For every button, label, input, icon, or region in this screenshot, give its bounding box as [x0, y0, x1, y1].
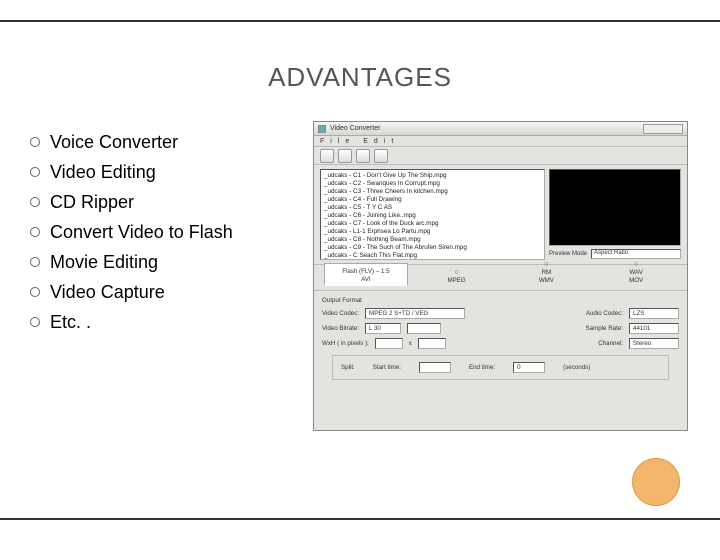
x-label: x	[409, 340, 412, 347]
start-time-input[interactable]	[419, 362, 451, 373]
list-item-label: Voice Converter	[50, 127, 178, 157]
content-row: Voice Converter Video Editing CD Ripper …	[0, 121, 720, 431]
output-header: Output Format	[322, 297, 679, 304]
seconds-label: (seconds)	[563, 364, 590, 371]
bullet-icon	[30, 137, 40, 147]
menu-items[interactable]: File Edit	[320, 138, 399, 145]
tab-label: RM	[542, 269, 552, 276]
sample-rate-input[interactable]: 44101	[629, 323, 679, 334]
toolbar-button[interactable]	[356, 149, 370, 163]
audio-codec-select[interactable]: LZS	[629, 308, 679, 319]
list-item-label: CD Ripper	[50, 187, 134, 217]
screenshot-window: Video Converter File Edit _udcaks - C1 -…	[313, 121, 688, 431]
end-time-input[interactable]: 0	[513, 362, 545, 373]
list-item-label: Convert Video to Flash	[50, 217, 233, 247]
divider-bottom	[0, 518, 720, 520]
decorative-circle	[632, 458, 680, 506]
radio-icon: ○	[634, 261, 638, 268]
list-item: Voice Converter	[30, 127, 295, 157]
file-row[interactable]: _udcaks - C8 - Nothing Beam.mpg	[324, 236, 541, 244]
file-row[interactable]: _udcaks - C6 - Joining Like..mpg	[324, 212, 541, 220]
tab-label: MPEG	[448, 277, 466, 284]
window-title: Video Converter	[330, 125, 380, 132]
file-row[interactable]: _udcaks - C5 - T Y C AS	[324, 204, 541, 212]
file-row[interactable]: _udcaks - L1-1 Erphsea Lo Partu.mpg	[324, 228, 541, 236]
format-tab[interactable]: ○ MPEG	[416, 265, 498, 286]
wxh-label: WxH ( in pixels ):	[322, 340, 369, 347]
split-group: Split: Start time: End time: 0 (seconds)	[332, 355, 669, 380]
bullet-icon	[30, 287, 40, 297]
audio-codec-label: Audio Codec:	[586, 310, 623, 317]
bullet-icon	[30, 227, 40, 237]
format-tab[interactable]: ○ RM WMV	[506, 257, 588, 286]
list-item: Movie Editing	[30, 247, 295, 277]
tab-label: WAV	[629, 269, 642, 276]
app-icon	[318, 125, 326, 133]
height-input[interactable]	[418, 338, 446, 349]
file-row[interactable]: _udcaks - C4 - Full Drawing	[324, 196, 541, 204]
menubar[interactable]: File Edit	[314, 136, 687, 147]
video-bitrate-spin[interactable]	[407, 323, 441, 334]
preview-video	[549, 169, 681, 246]
toolbar-button[interactable]	[374, 149, 388, 163]
bullet-icon	[30, 197, 40, 207]
file-row[interactable]: _udcaks - C7 - Look of the Duck arc.mpg	[324, 220, 541, 228]
toolbar	[314, 147, 687, 165]
file-row[interactable]: _udcaks - C2 - Swanques In Corrupt.mpg	[324, 180, 541, 188]
file-list[interactable]: _udcaks - C1 - Don't Give Up The Ship.mp…	[320, 169, 545, 260]
file-row[interactable]: _udcaks - C9 - The Such of The Abrufen S…	[324, 244, 541, 252]
list-item: CD Ripper	[30, 187, 295, 217]
radio-icon: ○	[455, 269, 459, 276]
list-item-label: Movie Editing	[50, 247, 158, 277]
start-time-label: Start time:	[373, 364, 401, 371]
format-tab[interactable]: ○ WAV MOV	[595, 257, 677, 286]
tab-sub: WMV	[539, 277, 554, 284]
list-item: Convert Video to Flash	[30, 217, 295, 247]
list-item-label: Etc. .	[50, 307, 91, 337]
video-codec-select[interactable]: MPEG 2 S+TD / VEG	[365, 308, 465, 319]
slide-title: ADVANTAGES	[0, 62, 720, 93]
list-item-label: Video Editing	[50, 157, 156, 187]
list-item-label: Video Capture	[50, 277, 165, 307]
list-item: Etc. .	[30, 307, 295, 337]
bullet-icon	[30, 257, 40, 267]
end-time-label: End time:	[469, 364, 495, 371]
main-row: _udcaks - C1 - Don't Give Up The Ship.mp…	[314, 165, 687, 265]
tab-sub: AVI	[361, 276, 371, 283]
tab-label: Flash (FLV) – 1:5	[342, 268, 389, 275]
video-bitrate-label: Video Bitrate:	[322, 325, 359, 332]
tab-sub: MOV	[629, 277, 643, 284]
channel-label: Channel:	[598, 340, 623, 347]
preview-pane: Preview Mode Aspect Ratio	[549, 169, 681, 260]
file-row[interactable]: _udcaks - C3 - Three Cheers In kitchen.m…	[324, 188, 541, 196]
bullet-icon	[30, 167, 40, 177]
radio-icon: ○	[544, 261, 548, 268]
video-codec-label: Video Codec:	[322, 310, 359, 317]
bullet-icon	[30, 317, 40, 327]
list-item: Video Capture	[30, 277, 295, 307]
window-controls[interactable]	[643, 124, 683, 134]
titlebar: Video Converter	[314, 122, 687, 136]
file-row[interactable]: _udcaks - C1 - Don't Give Up The Ship.mp…	[324, 172, 541, 180]
format-tabs: Flash (FLV) – 1:5 AVI ○ MPEG ○ RM WMV ○ …	[314, 265, 687, 291]
toolbar-button[interactable]	[320, 149, 334, 163]
width-input[interactable]	[375, 338, 403, 349]
output-section: Output Format Video Codec: MPEG 2 S+TD /…	[314, 291, 687, 430]
channel-select[interactable]: Stereo	[629, 338, 679, 349]
video-bitrate-input[interactable]: L 30	[365, 323, 401, 334]
format-tab[interactable]: Flash (FLV) – 1:5 AVI	[324, 263, 408, 286]
list-item: Video Editing	[30, 157, 295, 187]
toolbar-button[interactable]	[338, 149, 352, 163]
sample-rate-label: Sample Rate:	[586, 325, 624, 332]
bullet-list: Voice Converter Video Editing CD Ripper …	[30, 121, 295, 431]
divider-top	[0, 20, 720, 22]
split-label: Split:	[341, 364, 355, 371]
